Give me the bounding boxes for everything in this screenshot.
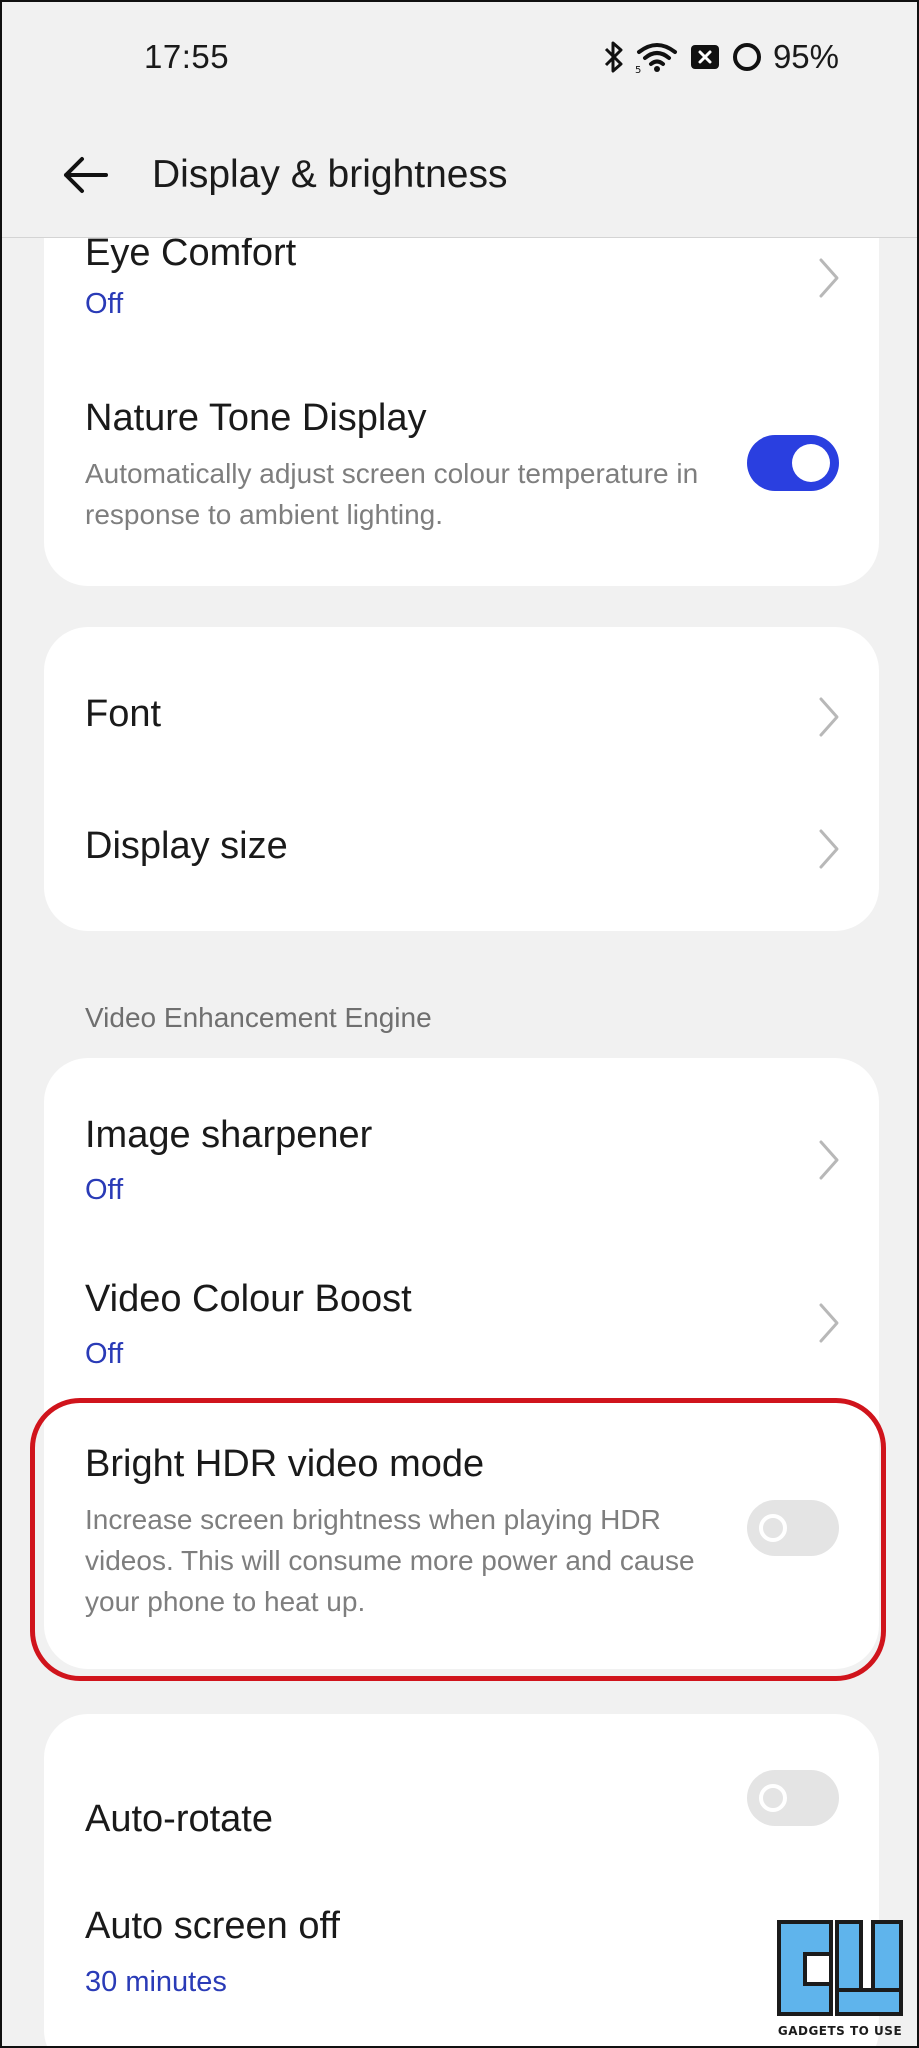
auto-screen-off-title: Auto screen off	[85, 1905, 340, 1947]
chevron-right-icon	[819, 829, 839, 869]
image-sharpener-row[interactable]: Image sharpener Off	[44, 1058, 879, 1223]
image-sharpener-value: Off	[85, 1174, 124, 1206]
image-sharpener-title: Image sharpener	[85, 1114, 373, 1156]
svg-text:5: 5	[635, 65, 641, 74]
gadgets-to-use-logo: GADGETS TO USE	[775, 1918, 905, 2038]
card-rotate-group: Auto-rotate Auto screen off 30 minutes	[44, 1714, 879, 2046]
screen: 17:55 5 95% Display & brightness Eye Com…	[0, 0, 919, 2048]
eye-comfort-row[interactable]: Eye Comfort Off	[44, 232, 879, 372]
auto-rotate-row[interactable]: Auto-rotate	[44, 1714, 879, 1844]
status-icons: 5 95%	[603, 38, 839, 76]
font-row[interactable]: Font	[44, 627, 879, 779]
section-header-video: Video Enhancement Engine	[85, 1002, 432, 1033]
nature-tone-row[interactable]: Nature Tone Display Automatically adjust…	[44, 397, 879, 577]
auto-screen-off-value: 30 minutes	[85, 1966, 227, 1998]
video-colour-boost-title: Video Colour Boost	[85, 1278, 412, 1320]
back-button[interactable]	[60, 150, 110, 200]
back-arrow-icon	[64, 156, 108, 193]
nature-tone-description: Automatically adjust screen colour tempe…	[85, 458, 699, 530]
chevron-right-icon	[819, 1303, 839, 1343]
wifi-icon: 5	[635, 43, 677, 74]
card-font-group: Font Display size	[44, 627, 879, 931]
auto-rotate-toggle[interactable]	[747, 1770, 839, 1826]
bright-hdr-description: Increase screen brightness when playing …	[85, 1504, 695, 1617]
display-size-row[interactable]: Display size	[44, 779, 879, 931]
video-colour-boost-row[interactable]: Video Colour Boost Off	[44, 1223, 879, 1388]
watermark-caption: GADGETS TO USE	[777, 2024, 903, 2038]
auto-rotate-title: Auto-rotate	[85, 1798, 273, 1840]
gu-logo-icon	[777, 1920, 903, 2016]
battery-ring-icon	[732, 43, 761, 71]
font-title: Font	[85, 693, 162, 735]
display-size-title: Display size	[85, 825, 288, 867]
app-bar: Display & brightness	[2, 112, 917, 238]
nature-tone-toggle[interactable]	[747, 435, 839, 491]
nature-tone-title: Nature Tone Display	[85, 397, 427, 439]
eye-comfort-title: Eye Comfort	[85, 232, 297, 274]
battery-percent: 95%	[772, 38, 839, 75]
eye-comfort-value: Off	[85, 288, 124, 320]
bright-hdr-title: Bright HDR video mode	[85, 1443, 485, 1485]
chevron-right-icon	[819, 1140, 839, 1180]
card-video-group: Image sharpener Off Video Colour Boost O…	[44, 1058, 879, 1669]
status-time: 17:55	[144, 38, 230, 75]
bright-hdr-row[interactable]: Bright HDR video mode Increase screen br…	[44, 1443, 879, 1643]
page-title: Display & brightness	[152, 152, 508, 196]
bluetooth-icon	[604, 41, 623, 73]
chevron-right-icon	[819, 697, 839, 737]
video-colour-boost-value: Off	[85, 1338, 124, 1370]
bright-hdr-toggle[interactable]	[747, 1500, 839, 1556]
auto-screen-off-row[interactable]: Auto screen off 30 minutes	[44, 1892, 879, 2042]
no-sim-icon	[690, 45, 719, 69]
status-bar: 17:55 5 95%	[2, 2, 917, 112]
chevron-right-icon	[819, 258, 839, 298]
